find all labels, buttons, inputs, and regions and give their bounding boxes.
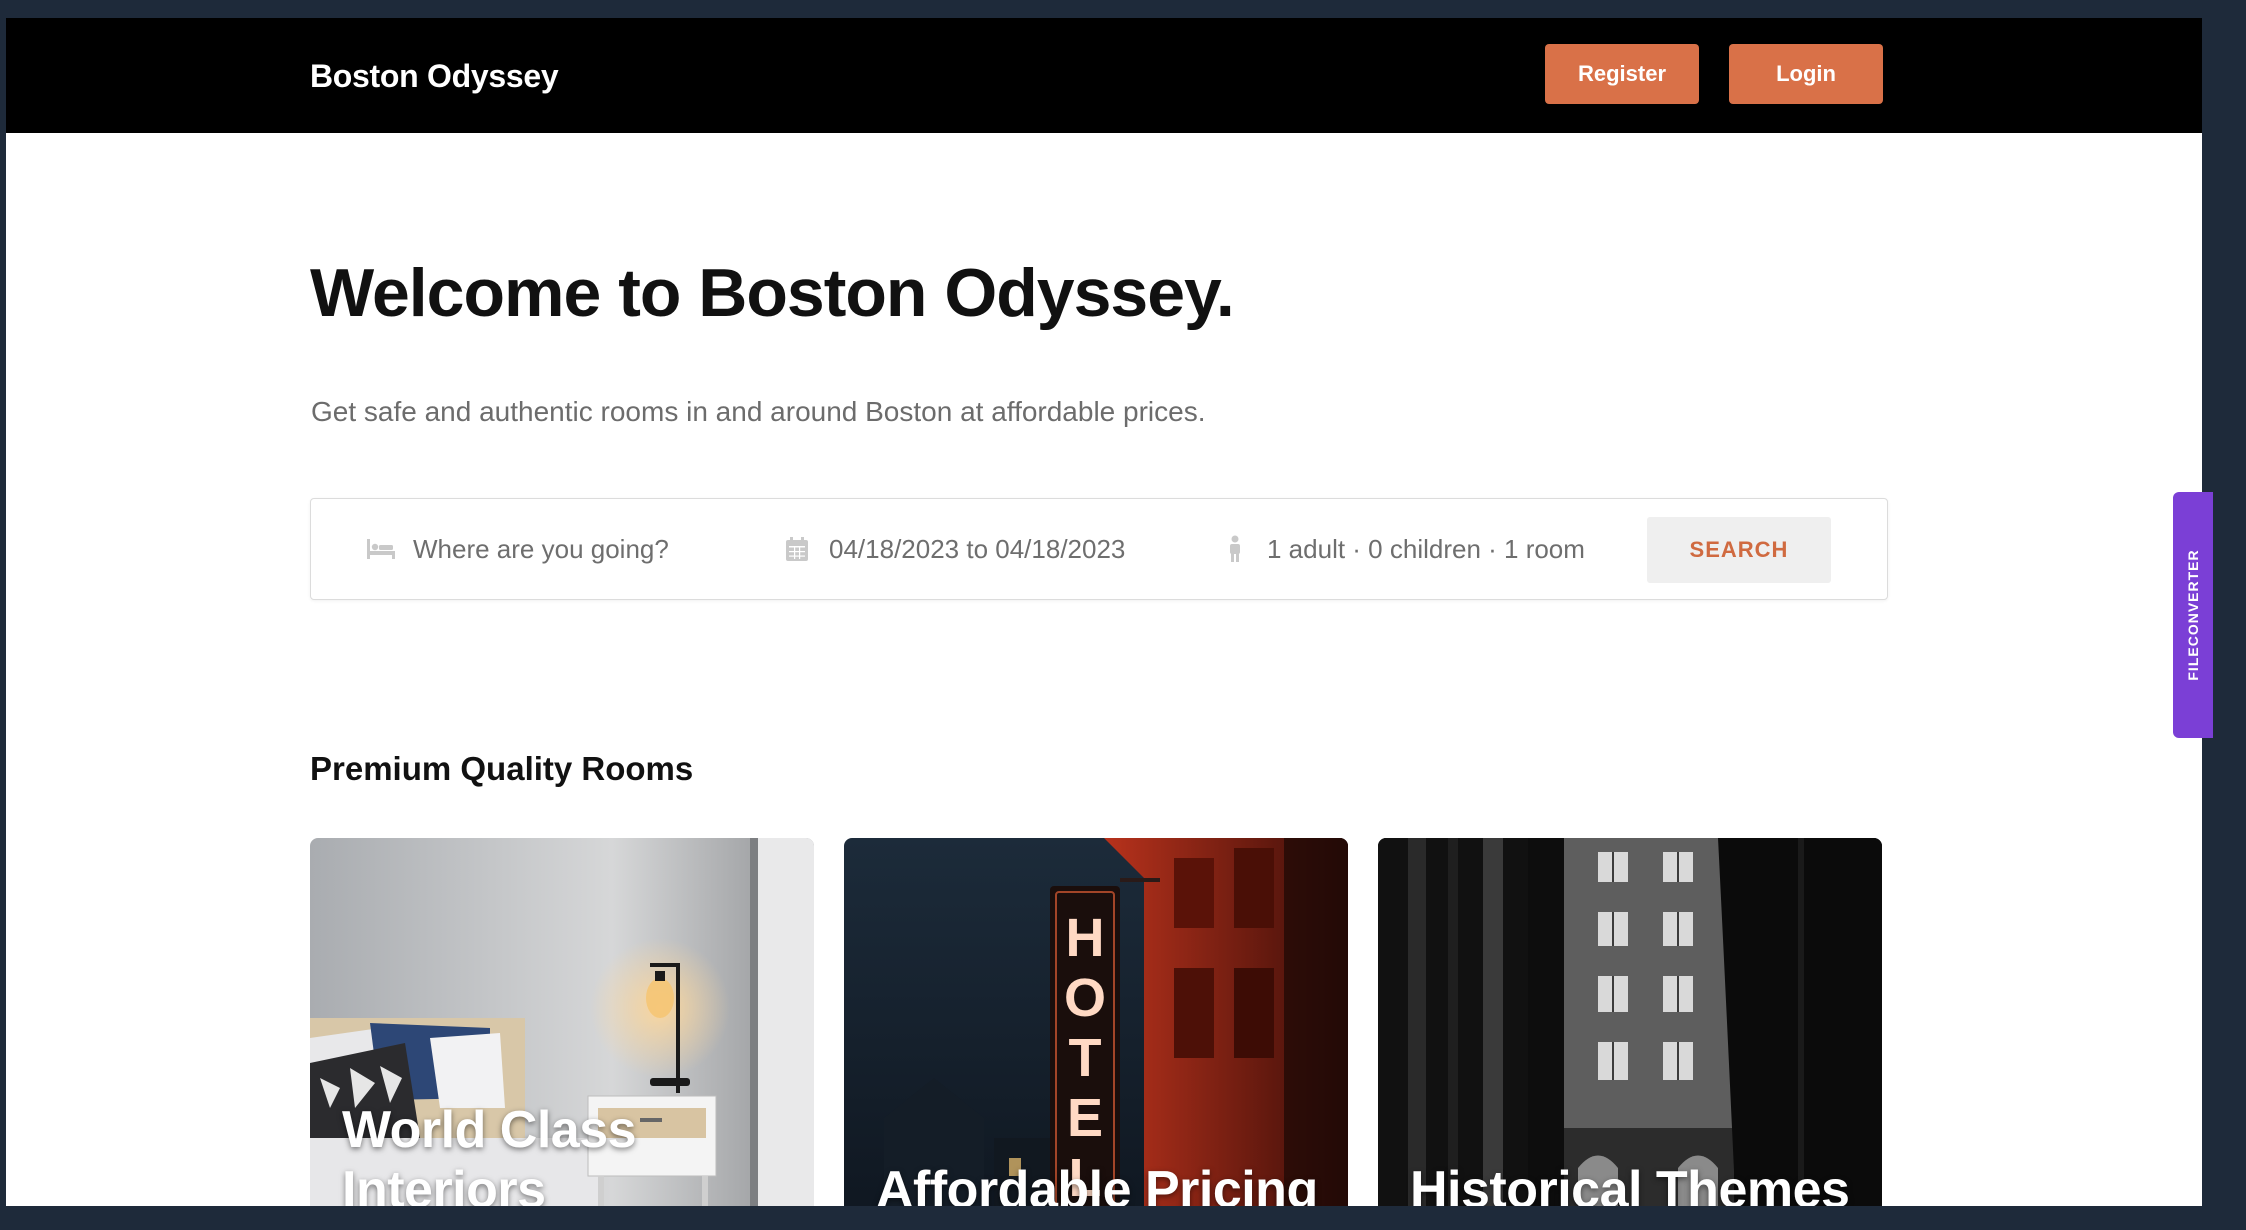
svg-text:E: E: [1067, 1088, 1103, 1148]
card-label: Historical Themes: [1410, 1161, 1850, 1206]
side-tab-label: FILECONVERTER: [2185, 549, 2201, 681]
calendar-icon: [781, 533, 813, 565]
card-label: World Class Interiors: [342, 1101, 637, 1206]
brand-logo[interactable]: Boston Odyssey: [310, 58, 559, 95]
login-button[interactable]: Login: [1729, 44, 1883, 104]
guests-field[interactable]: 1 adult · 0 children · 1 room: [1219, 499, 1585, 599]
search-bar: Where are you going? 04/18/2023 to 04/18…: [310, 498, 1888, 600]
person-icon: [1219, 533, 1251, 565]
guests-value: 1 adult · 0 children · 1 room: [1267, 533, 1585, 564]
svg-text:T: T: [1069, 1028, 1102, 1088]
hero-subtitle: Get safe and authentic rooms in and arou…: [311, 396, 1206, 427]
card-label: Affordable Pricing: [876, 1161, 1318, 1206]
hero-title: Welcome to Boston Odyssey.: [310, 255, 1235, 331]
date-range-value: 04/18/2023 to 04/18/2023: [829, 533, 1126, 564]
hotel-sign-photo: H O T E L: [844, 838, 1348, 1206]
destination-placeholder: Where are you going?: [413, 533, 669, 564]
section-title: Premium Quality Rooms: [310, 750, 694, 787]
svg-text:H: H: [1066, 908, 1105, 968]
room-card-historical[interactable]: Historical Themes: [1378, 838, 1882, 1206]
destination-field[interactable]: Where are you going?: [365, 499, 669, 599]
date-range-field[interactable]: 04/18/2023 to 04/18/2023: [781, 499, 1125, 599]
room-card-pricing[interactable]: H O T E L Affordable Pricing: [844, 838, 1348, 1206]
historic-building-photo: [1378, 838, 1882, 1206]
fileconverter-side-tab[interactable]: FILECONVERTER: [2173, 492, 2213, 738]
svg-text:O: O: [1064, 968, 1106, 1028]
bed-icon: [365, 533, 397, 565]
register-button[interactable]: Register: [1545, 44, 1699, 104]
search-button[interactable]: SEARCH: [1647, 517, 1831, 583]
room-card-interiors[interactable]: World Class Interiors: [310, 838, 814, 1206]
top-navbar: Boston Odyssey Register Login: [6, 18, 2202, 133]
browser-page: Boston Odyssey Register Login Welcome to…: [6, 18, 2202, 1206]
